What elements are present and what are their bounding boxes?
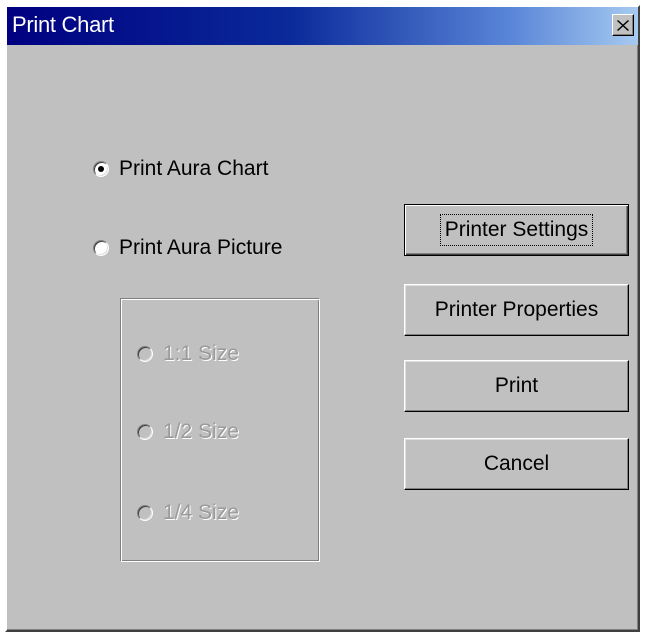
print-button[interactable]: Print xyxy=(404,360,629,412)
printer-properties-label: Printer Properties xyxy=(434,298,599,321)
radio-size-1-2: 1/2 Size xyxy=(137,420,239,444)
print-aura-chart-label: Print Aura Chart xyxy=(119,157,269,180)
printer-properties-button[interactable]: Printer Properties xyxy=(404,284,629,336)
radio-size-1-4: 1/4 Size xyxy=(137,501,239,525)
print-aura-picture-radio[interactable] xyxy=(93,240,109,256)
radio-print-aura-chart[interactable]: Print Aura Chart xyxy=(93,157,268,181)
dialog-title: Print Chart xyxy=(12,12,114,37)
size-1-4-radio xyxy=(137,505,153,521)
cancel-label: Cancel xyxy=(483,452,550,475)
close-button[interactable] xyxy=(612,14,634,36)
close-icon xyxy=(617,19,629,31)
print-label: Print xyxy=(494,374,539,397)
print-aura-chart-radio[interactable] xyxy=(93,161,109,177)
print-aura-picture-label: Print Aura Picture xyxy=(119,236,283,259)
printer-settings-button[interactable]: Printer Settings xyxy=(404,204,629,256)
size-1-1-radio xyxy=(137,346,153,362)
radio-print-aura-picture[interactable]: Print Aura Picture xyxy=(93,236,282,260)
radio-size-1-1: 1:1 Size xyxy=(137,342,239,366)
cancel-button[interactable]: Cancel xyxy=(404,438,629,490)
size-1-2-label: 1/2 Size xyxy=(163,420,239,443)
title-bar[interactable]: Print Chart xyxy=(7,7,638,45)
size-1-1-label: 1:1 Size xyxy=(163,342,239,365)
print-chart-dialog: Print Chart Print Aura Chart Print Aura … xyxy=(5,5,640,632)
printer-settings-label: Printer Settings xyxy=(439,214,594,246)
size-1-2-radio xyxy=(137,424,153,440)
size-1-4-label: 1/4 Size xyxy=(163,501,239,524)
